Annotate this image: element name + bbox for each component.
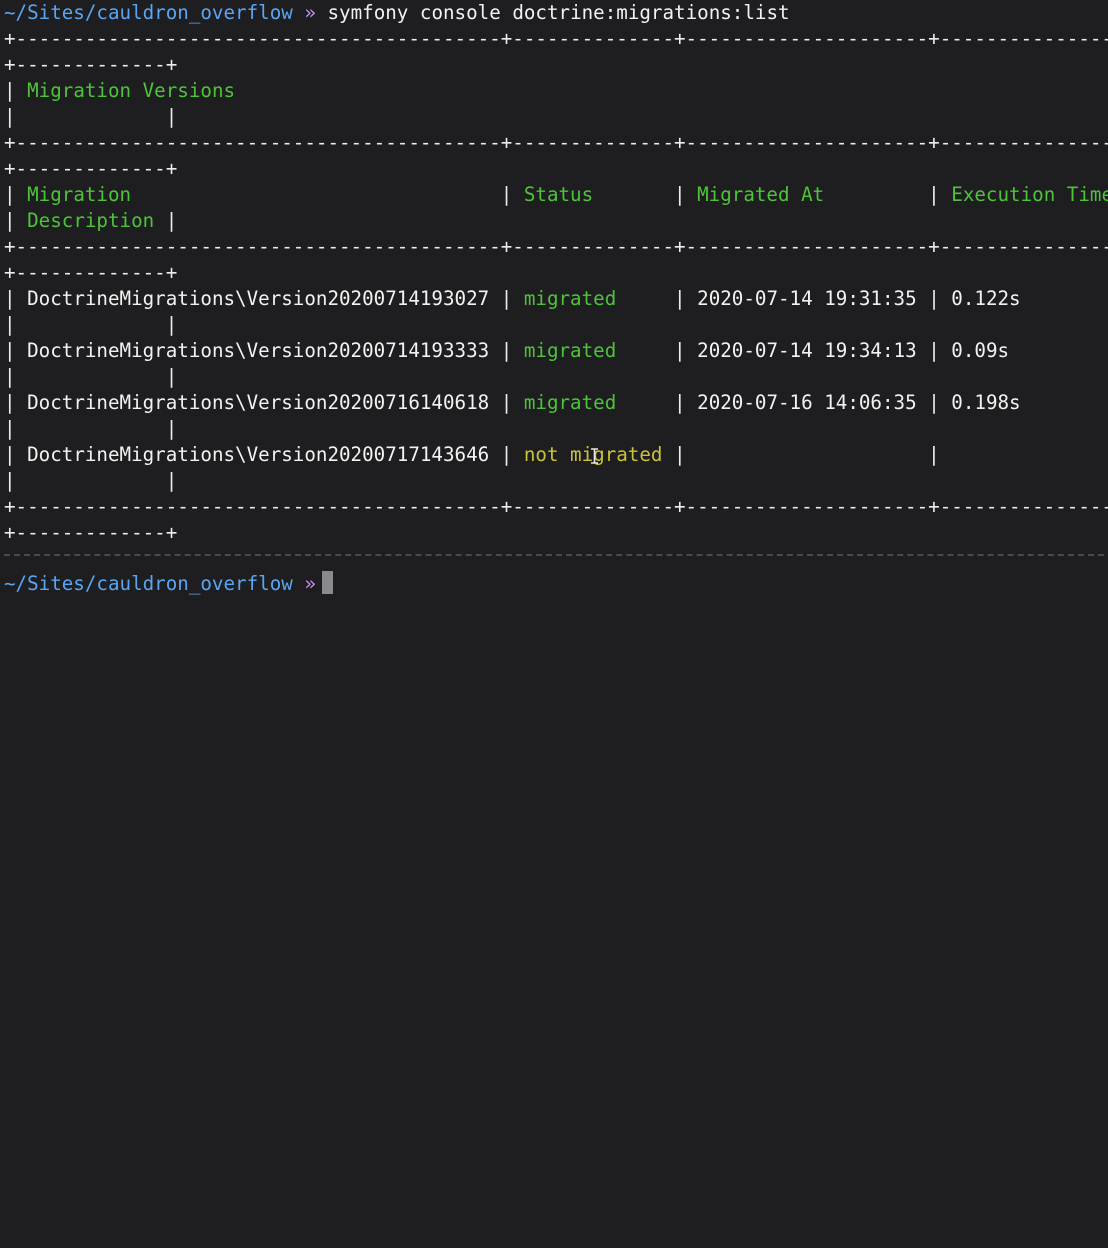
row-migration: DoctrineMigrations\Version20200717143646 xyxy=(27,443,490,466)
header-migrated-at: Migrated At xyxy=(697,183,825,206)
prompt-arrow-icon: » xyxy=(304,1,316,24)
row-status: migrated xyxy=(523,287,617,310)
table-title-row: | Migration Versions xyxy=(4,79,236,102)
command-line: ~/Sites/cauldron_overflow » symfony cons… xyxy=(4,0,790,26)
table-row-wrap: | | xyxy=(4,365,178,388)
table-row: | DoctrineMigrations\Version202007141930… xyxy=(4,287,1021,310)
row-status: migrated xyxy=(523,339,617,362)
prompt-path: ~/Sites/cauldron_overflow xyxy=(4,572,293,595)
table-border-header-tail: +-------------+ xyxy=(4,261,178,284)
table-row: | DoctrineMigrations\Version202007171436… xyxy=(4,443,940,466)
table-border-title: +---------------------------------------… xyxy=(4,131,1108,154)
table-border-top-tail: +-------------+ xyxy=(4,53,178,76)
row-status: migrated xyxy=(523,391,617,414)
command-separator xyxy=(4,554,1104,556)
header-description: Description xyxy=(27,209,155,232)
table-border-header: +---------------------------------------… xyxy=(4,235,1108,258)
table-row: | DoctrineMigrations\Version202007161406… xyxy=(4,391,1021,414)
row-migration: DoctrineMigrations\Version20200714193027 xyxy=(27,287,490,310)
header-migration: Migration xyxy=(27,183,132,206)
table-border-top: +---------------------------------------… xyxy=(4,27,1108,50)
ibeam-cursor-icon xyxy=(591,448,598,464)
table-title: Migration Versions xyxy=(27,79,236,102)
prompt-arrow-icon: » xyxy=(304,572,316,595)
terminal-window[interactable]: ~/Sites/cauldron_overflow » symfony cons… xyxy=(0,0,1108,624)
row-migrated-at: 2020-07-14 19:31:35 xyxy=(697,287,917,310)
table-header-wrap: | Description | xyxy=(4,209,178,232)
table-title-wrap: | | xyxy=(4,105,178,128)
row-migrated-at: 2020-07-14 19:34:13 xyxy=(697,339,917,362)
header-status: Status xyxy=(523,183,594,206)
table-border-bottom-tail: +-------------+ xyxy=(4,521,178,544)
prompt-path: ~/Sites/cauldron_overflow xyxy=(4,1,293,24)
row-migration: DoctrineMigrations\Version20200716140618 xyxy=(27,391,490,414)
table-row-wrap: | | xyxy=(4,313,178,336)
table-row: | DoctrineMigrations\Version202007141933… xyxy=(4,339,1010,362)
row-execution-time: 0.198s xyxy=(951,391,1021,414)
header-execution-time: Execution Time xyxy=(951,183,1108,206)
prompt-line[interactable]: ~/Sites/cauldron_overflow » xyxy=(4,571,333,597)
command-text: symfony console doctrine:migrations:list xyxy=(327,1,790,24)
table-border-title-tail: +-------------+ xyxy=(4,157,178,180)
table-header-row: | Migration | Status | Migrated At | Exe… xyxy=(4,182,1108,208)
table-border-bottom: +---------------------------------------… xyxy=(4,495,1108,518)
row-migrated-at: 2020-07-16 14:06:35 xyxy=(697,391,917,414)
table-row-wrap: | | xyxy=(4,417,178,440)
text-cursor xyxy=(321,571,333,594)
row-migration: DoctrineMigrations\Version20200714193333 xyxy=(27,339,490,362)
row-execution-time: 0.09s xyxy=(951,339,1010,362)
row-execution-time: 0.122s xyxy=(951,287,1021,310)
table-row-wrap: | | xyxy=(4,469,178,492)
